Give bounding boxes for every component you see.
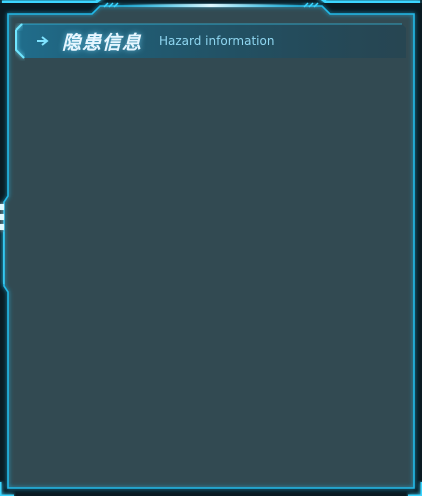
panel-title: 隐患信息 xyxy=(62,32,143,54)
arrow-right-icon xyxy=(37,36,49,46)
hazard-info-panel: 隐患信息 Hazard information xyxy=(0,0,422,496)
left-edge-marker xyxy=(0,204,5,284)
panel-subtitle: Hazard information xyxy=(159,34,275,48)
panel-header: 隐患信息 Hazard information xyxy=(16,24,406,58)
hazard-content-area xyxy=(18,66,404,476)
